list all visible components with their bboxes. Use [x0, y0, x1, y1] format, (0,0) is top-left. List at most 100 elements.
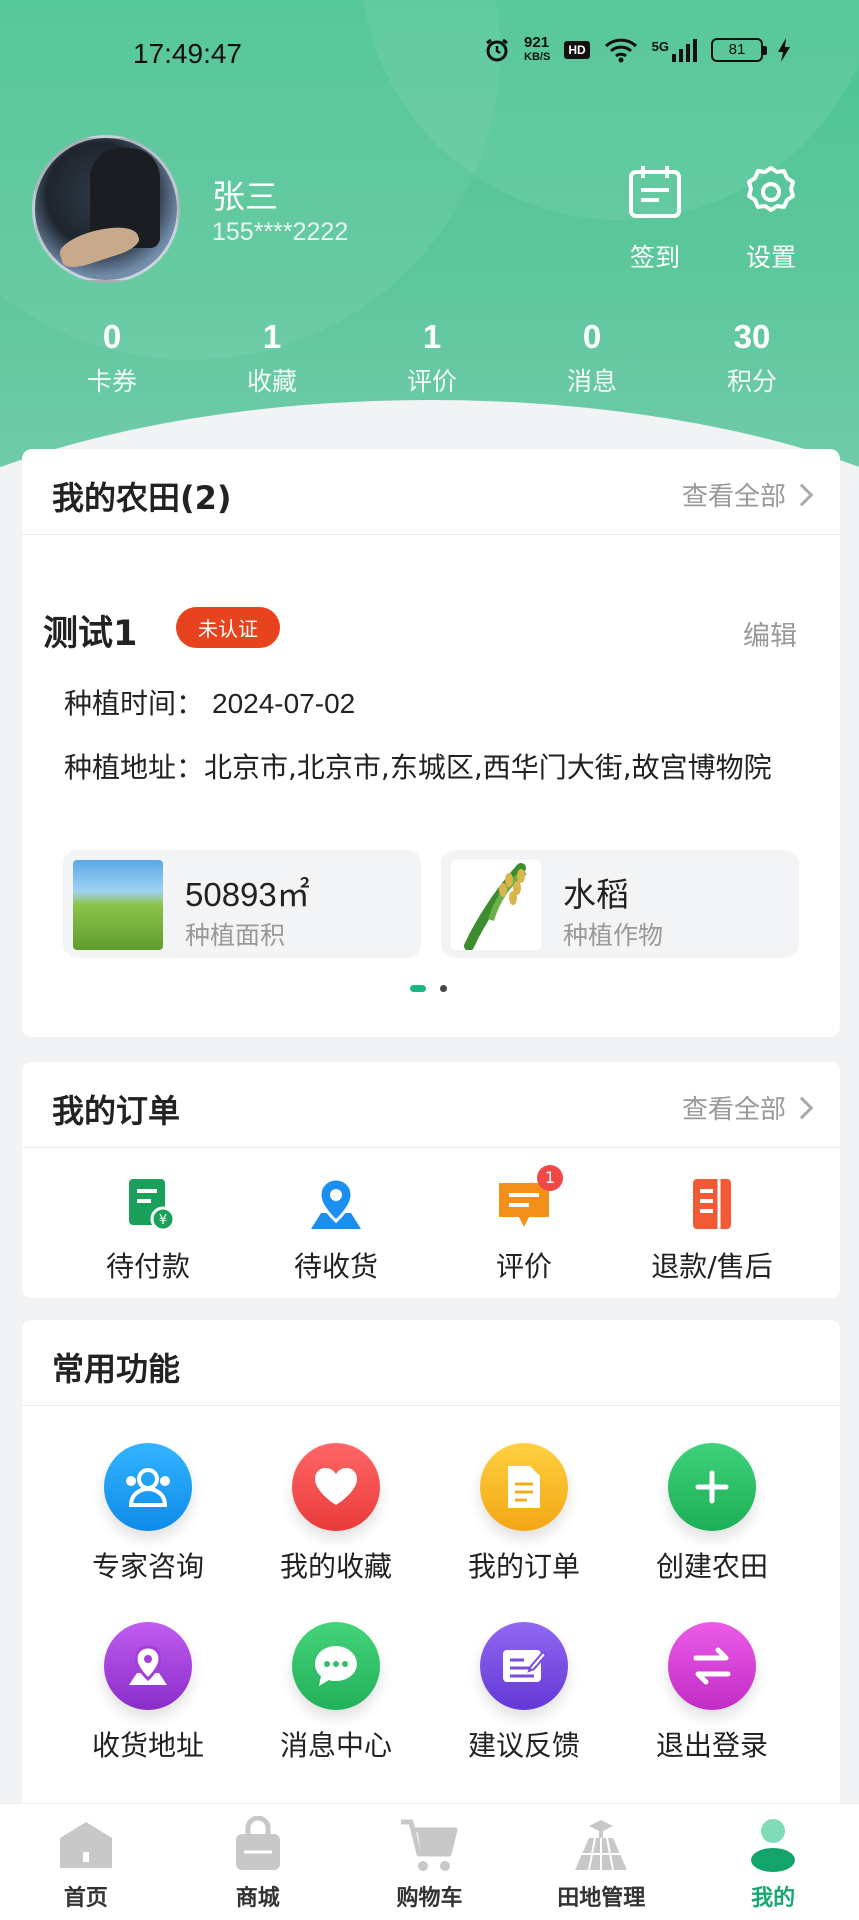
rice-image: [451, 860, 541, 950]
func-label: 消息中心: [279, 1729, 392, 1762]
nav-cart[interactable]: 购物车: [344, 1804, 516, 1920]
nav-mine[interactable]: 我的: [687, 1804, 859, 1920]
farm-edit-button[interactable]: 编辑: [743, 614, 797, 653]
field-photo: [73, 860, 163, 950]
order-item-label: 待付款: [105, 1250, 190, 1283]
func-my-orders[interactable]: 我的订单: [430, 1443, 618, 1585]
status-time: 17:49:47: [133, 38, 242, 69]
stat-messages[interactable]: 0 消息: [512, 318, 672, 398]
review-count-badge: 1: [537, 1165, 563, 1191]
nav-field-management[interactable]: 田地管理: [515, 1804, 687, 1920]
func-shipping-address[interactable]: 收货地址: [54, 1622, 242, 1764]
nav-label: 首页: [63, 1886, 108, 1911]
farm-plant-time: 种植时间： 2024-07-02: [64, 687, 356, 720]
farm-area-value: 50893㎡: [185, 876, 310, 913]
nav-label: 商城: [235, 1886, 280, 1911]
orders-view-all[interactable]: 查看全部: [682, 1089, 814, 1126]
nav-mall[interactable]: 商城: [172, 1804, 344, 1920]
orders-card-header: 我的订单 查看全部: [22, 1062, 840, 1148]
farm-name: 测试1: [43, 614, 138, 654]
func-label: 创建农田: [655, 1550, 768, 1583]
carousel-dot[interactable]: [410, 985, 426, 992]
battery-icon: 81: [711, 38, 767, 62]
chat-icon: [315, 1646, 357, 1686]
orders-card-title: 我的订单: [52, 1092, 181, 1130]
calendar-icon: [629, 166, 681, 218]
wifi-icon: [604, 38, 637, 63]
refund-icon: [693, 1179, 731, 1229]
func-logout[interactable]: 退出登录: [618, 1622, 806, 1764]
order-review[interactable]: 1 评价: [430, 1165, 618, 1285]
chevron-right-icon: [790, 1096, 814, 1119]
nav-label: 我的: [751, 1886, 796, 1911]
func-label: 我的订单: [467, 1550, 580, 1583]
func-message-center[interactable]: 消息中心: [242, 1622, 430, 1764]
gear-icon: [747, 166, 795, 212]
order-pending-receipt[interactable]: 待收货: [242, 1175, 430, 1285]
func-expert-consult[interactable]: 专家咨询: [54, 1443, 242, 1585]
farm-crop-value: 水稻: [563, 875, 629, 914]
order-item-label: 待收货: [293, 1250, 378, 1283]
farm-card-header: 我的农田(2) 查看全部: [22, 449, 840, 535]
status-badge: 未认证: [176, 607, 280, 648]
stat-reviews[interactable]: 1 评价: [352, 318, 512, 398]
func-my-favorites[interactable]: 我的收藏: [242, 1443, 430, 1585]
bag-icon: [235, 1815, 280, 1870]
nav-label: 田地管理: [557, 1886, 646, 1911]
func-label: 建议反馈: [467, 1729, 580, 1762]
user-phone: 155****2222: [212, 218, 349, 246]
func-label: 我的收藏: [279, 1550, 392, 1583]
checkin-label: 签到: [629, 243, 680, 272]
farm-address: 种植地址：北京市,北京市,东城区,西华门大街,故宫博物院: [64, 751, 772, 784]
carousel-dot[interactable]: [440, 985, 447, 992]
user-icon: [751, 1819, 796, 1872]
farm-area-tile: 50893㎡ 种植面积: [63, 850, 421, 958]
stat-coupons[interactable]: 0 卡券: [32, 318, 192, 398]
heart-icon: [315, 1468, 357, 1505]
alarm-icon: [486, 38, 508, 62]
farm-area-label: 种植面积: [185, 921, 286, 950]
user-name: 张三: [212, 177, 278, 216]
order-item-label: 评价: [495, 1250, 552, 1283]
status-bar: 17:49:47 921 KB/S HD 5G 81: [0, 0, 859, 110]
map-pin-icon: [129, 1645, 167, 1685]
location-pin-icon: [311, 1177, 361, 1229]
farm-view-all[interactable]: 查看全部: [682, 476, 814, 513]
order-pending-payment[interactable]: ¥ 待付款: [54, 1175, 242, 1285]
func-label: 专家咨询: [91, 1550, 204, 1583]
farm-card-title: 我的农田(2): [52, 479, 232, 517]
nav-home[interactable]: 首页: [0, 1804, 172, 1920]
stat-points[interactable]: 30 积分: [672, 318, 832, 398]
farm-crop-tile: 水稻 种植作物: [441, 850, 799, 958]
feedback-icon: [503, 1650, 547, 1682]
nav-label: 购物车: [396, 1886, 463, 1911]
home-icon: [59, 1822, 112, 1868]
checkin-button[interactable]: 签到: [610, 162, 700, 274]
func-feedback[interactable]: 建议反馈: [430, 1622, 618, 1764]
net-speed: 921 KB/S: [524, 34, 551, 63]
hd-icon: HD: [564, 41, 590, 59]
stat-favorites[interactable]: 1 收藏: [192, 318, 352, 398]
field-icon: [575, 1820, 628, 1871]
stats-bar: 0 卡券 1 收藏 1 评价 0 消息 30 积分: [0, 318, 859, 398]
signal-icon: 5G: [652, 38, 697, 62]
settings-button[interactable]: 设置: [726, 162, 816, 274]
status-icons: 921 KB/S HD 5G 81: [484, 34, 791, 64]
avatar[interactable]: [32, 135, 180, 283]
document-icon: [508, 1466, 540, 1508]
functions-card-header: 常用功能: [22, 1320, 840, 1406]
order-item-label: 退款/售后: [651, 1250, 773, 1283]
chevron-right-icon: [790, 483, 814, 506]
svg-text:¥: ¥: [159, 1213, 167, 1228]
order-refund[interactable]: 退款/售后: [618, 1175, 806, 1285]
carousel-indicator: [410, 985, 447, 992]
func-label: 收货地址: [91, 1729, 204, 1762]
payment-pending-icon: ¥: [129, 1179, 176, 1232]
charging-icon: [778, 38, 790, 62]
func-create-farm[interactable]: 创建农田: [618, 1443, 806, 1585]
functions-card-title: 常用功能: [52, 1350, 181, 1388]
bottom-nav: 首页 商城 购物车 田地管理 我的: [0, 1803, 859, 1920]
plus-icon: [695, 1470, 729, 1504]
expert-icon: [126, 1468, 170, 1507]
farm-crop-label: 种植作物: [563, 921, 664, 950]
